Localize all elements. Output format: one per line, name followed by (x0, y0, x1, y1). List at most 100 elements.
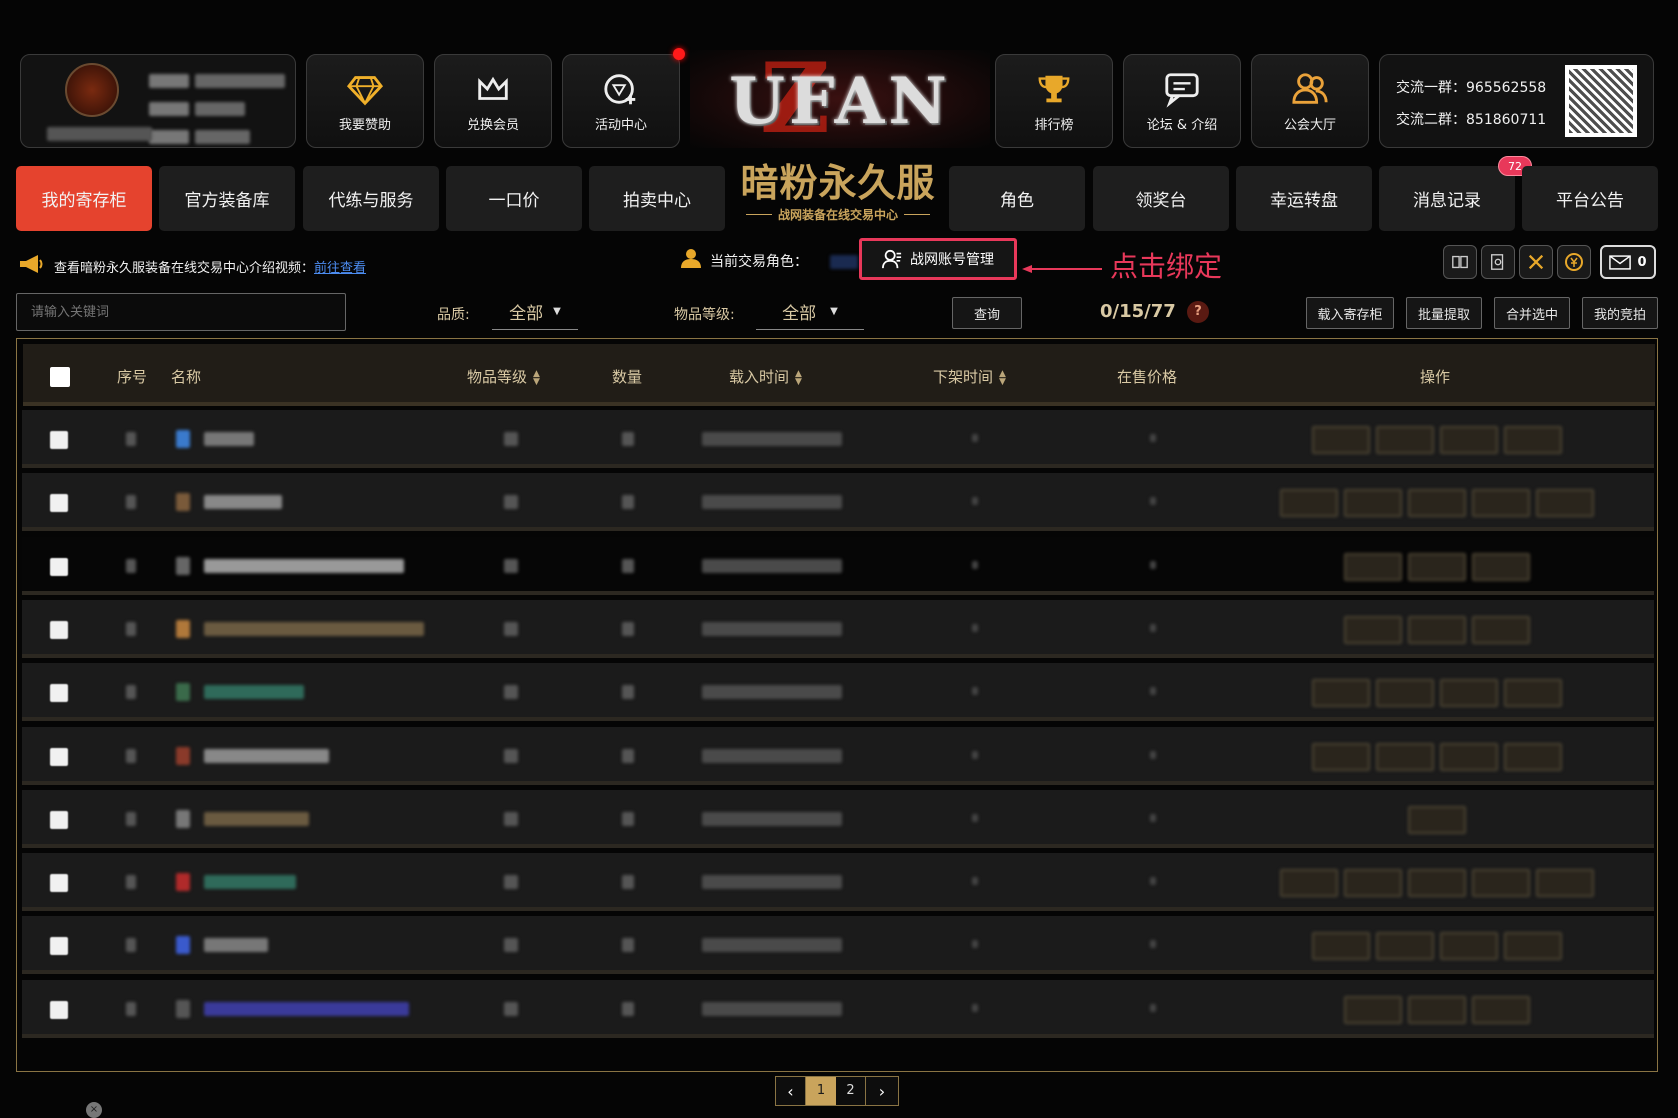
row-action-button[interactable] (1312, 742, 1370, 771)
item-name-blurred (204, 811, 309, 826)
row-action-button[interactable] (1408, 615, 1466, 644)
row-action-button[interactable] (1344, 615, 1402, 644)
help-icon[interactable]: ? (1187, 301, 1209, 323)
book-icon[interactable] (1443, 245, 1477, 279)
row-checkbox[interactable] (50, 557, 68, 576)
row-action-button[interactable] (1344, 489, 1402, 518)
nav-lucky-wheel[interactable]: 幸运转盘 (1236, 166, 1372, 231)
forum-tile[interactable]: 论坛 & 介绍 (1123, 54, 1241, 148)
row-checkbox[interactable] (50, 494, 68, 513)
row-action-button[interactable] (1504, 426, 1562, 454)
sort-icon: ▲ ▼ (533, 368, 540, 387)
load-time-blurred (702, 748, 842, 763)
nav-official-gear[interactable]: 官方装备库 (159, 166, 295, 231)
row-action-button[interactable] (1472, 489, 1530, 518)
quality-select[interactable]: 全部 ▼ (492, 294, 578, 330)
row-action-button[interactable] (1312, 679, 1370, 708)
price-blurred (1150, 877, 1156, 886)
row-action-button[interactable] (1504, 932, 1562, 961)
battle-net-account-button[interactable]: 战网账号管理 (859, 238, 1017, 280)
row-action-button[interactable] (1440, 742, 1498, 771)
row-action-button[interactable] (1472, 552, 1530, 581)
leaderboard-tile[interactable]: 排行榜 (995, 54, 1113, 148)
row-action-button[interactable] (1280, 869, 1338, 898)
sponsor-tile[interactable]: 我要赞助 (306, 54, 424, 148)
row-action-button[interactable] (1408, 552, 1466, 581)
page-2-button[interactable]: 2 (836, 1077, 866, 1105)
nav-boosting-services[interactable]: 代练与服务 (303, 166, 439, 231)
load-locker-button[interactable]: 载入寄存柜 (1306, 297, 1394, 329)
query-button[interactable]: 查询 (952, 297, 1022, 329)
quantity-blurred (622, 938, 634, 953)
search-doc-icon[interactable] (1481, 245, 1515, 279)
row-checkbox[interactable] (50, 747, 68, 766)
keyword-search-input[interactable] (16, 293, 346, 331)
intro-video-link[interactable]: 前往查看 (314, 261, 366, 276)
item-name-blurred (204, 432, 254, 446)
row-index-blurred (126, 432, 136, 446)
row-action-button[interactable] (1344, 552, 1402, 581)
row-action-button[interactable] (1472, 869, 1530, 898)
nav-buyout[interactable]: 一口价 (446, 166, 582, 231)
col-item-level[interactable]: 物品等级 ▲ ▼ (467, 366, 540, 387)
row-checkbox[interactable] (50, 810, 68, 829)
row-checkbox[interactable] (50, 431, 68, 449)
price-blurred (1150, 1003, 1156, 1012)
mail-button[interactable]: 0 (1600, 245, 1656, 279)
nav-announcements[interactable]: 平台公告 (1522, 166, 1658, 231)
nav-message-log[interactable]: 消息记录 (1379, 166, 1515, 231)
my-bids-button[interactable]: 我的竞拍 (1582, 297, 1658, 329)
row-action-button[interactable] (1472, 995, 1530, 1024)
row-action-button[interactable] (1408, 805, 1466, 834)
prev-page-button[interactable]: ‹ (776, 1077, 806, 1105)
page-1-button[interactable]: 1 (806, 1077, 836, 1105)
col-off-time[interactable]: 下架时间 ▲ ▼ (933, 366, 1006, 387)
merge-selected-button[interactable]: 合并选中 (1494, 297, 1570, 329)
currency-icon[interactable] (1557, 245, 1591, 279)
row-action-button[interactable] (1344, 869, 1402, 898)
row-action-button[interactable] (1504, 679, 1562, 708)
nav-character[interactable]: 角色 (949, 166, 1085, 231)
row-action-button[interactable] (1312, 932, 1370, 961)
batch-extract-button[interactable]: 批量提取 (1406, 297, 1482, 329)
col-load-time[interactable]: 载入时间 ▲ ▼ (729, 366, 802, 387)
row-action-button[interactable] (1344, 995, 1402, 1024)
row-action-button[interactable] (1408, 995, 1466, 1024)
item-name-blurred (204, 938, 268, 953)
row-action-button[interactable] (1472, 615, 1530, 644)
row-checkbox[interactable] (50, 1000, 68, 1019)
row-checkbox[interactable] (50, 874, 68, 893)
item-level-select[interactable]: 全部 ▼ (756, 294, 864, 330)
row-action-button[interactable] (1408, 869, 1466, 898)
row-action-button[interactable] (1376, 426, 1434, 454)
nav-auction-center[interactable]: 拍卖中心 (589, 166, 725, 231)
membership-tile[interactable]: 兑换会员 (434, 54, 552, 148)
close-float-icon[interactable]: × (86, 1102, 102, 1118)
row-action-button[interactable] (1312, 426, 1370, 454)
row-action-button[interactable] (1536, 869, 1594, 898)
tools-icon[interactable] (1519, 245, 1553, 279)
nav-my-locker[interactable]: 我的寄存柜 (16, 166, 152, 231)
row-action-button[interactable] (1376, 679, 1434, 708)
row-checkbox[interactable] (50, 684, 68, 703)
select-all-checkbox[interactable] (50, 367, 70, 387)
row-action-button[interactable] (1536, 489, 1594, 518)
row-action-button[interactable] (1376, 742, 1434, 771)
group-icon (1292, 72, 1328, 104)
row-action-button[interactable] (1504, 742, 1562, 771)
off-time-blurred (972, 560, 978, 569)
row-action-button[interactable] (1440, 426, 1498, 454)
guild-tile[interactable]: 公会大厅 (1251, 54, 1369, 148)
row-action-button[interactable] (1376, 932, 1434, 961)
item-level-label: 物品等级: (674, 307, 735, 323)
profile-card[interactable] (20, 54, 296, 148)
row-action-button[interactable] (1408, 489, 1466, 518)
row-action-button[interactable] (1280, 489, 1338, 518)
row-action-button[interactable] (1440, 932, 1498, 961)
nav-reward-stage[interactable]: 领奖台 (1093, 166, 1229, 231)
row-action-button[interactable] (1440, 679, 1498, 708)
row-checkbox[interactable] (50, 937, 68, 956)
row-checkbox[interactable] (50, 620, 68, 639)
next-page-button[interactable]: › (866, 1077, 898, 1105)
events-tile[interactable]: 活动中心 (562, 54, 680, 148)
